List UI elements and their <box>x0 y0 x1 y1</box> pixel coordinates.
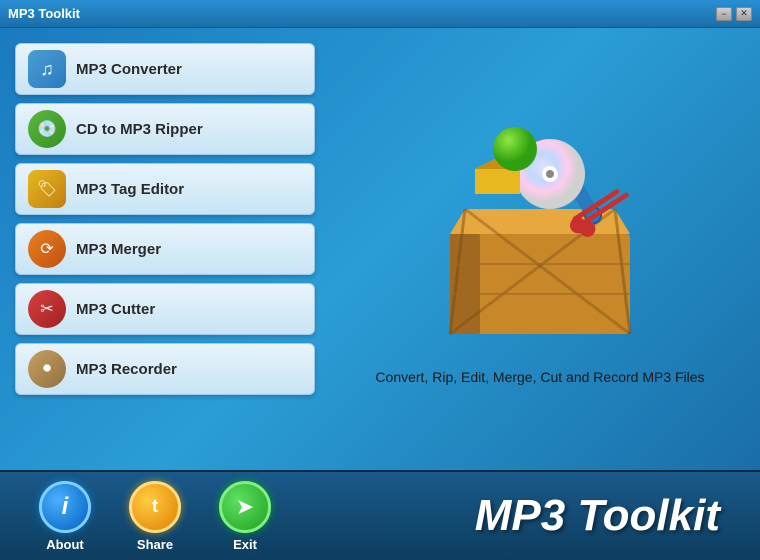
tagline-text: Convert, Rip, Edit, Merge, Cut and Recor… <box>375 369 704 385</box>
cutter-label: MP3 Cutter <box>76 301 155 318</box>
tag-editor-button[interactable]: 🏷 MP3 Tag Editor <box>15 163 315 215</box>
cd-ripper-button[interactable]: 💿 CD to MP3 Ripper <box>15 103 315 155</box>
right-panel: Convert, Rip, Edit, Merge, Cut and Recor… <box>335 43 745 455</box>
exit-icon: ➤ <box>219 481 271 533</box>
about-button[interactable]: i About <box>20 481 110 552</box>
cd-icon: 💿 <box>28 110 66 148</box>
merger-label: MP3 Merger <box>76 241 161 258</box>
footer: i About t Share ➤ Exit MP3 Toolkit <box>0 470 760 560</box>
recorder-label: MP3 Recorder <box>76 361 177 378</box>
left-panel: ♫ MP3 Converter 💿 CD to MP3 Ripper 🏷 MP3… <box>15 43 315 455</box>
mp3-converter-button[interactable]: ♫ MP3 Converter <box>15 43 315 95</box>
exit-label: Exit <box>233 537 257 552</box>
merger-button[interactable]: ⟳ MP3 Merger <box>15 223 315 275</box>
minimize-button[interactable]: − <box>716 7 732 21</box>
cd-ripper-label: CD to MP3 Ripper <box>76 121 203 138</box>
close-button[interactable]: ✕ <box>736 7 752 21</box>
about-label: About <box>46 537 84 552</box>
window-title: MP3 Toolkit <box>8 6 80 21</box>
share-label: Share <box>137 537 173 552</box>
mp3-converter-label: MP3 Converter <box>76 61 182 78</box>
recorder-button[interactable]: ⏺ MP3 Recorder <box>15 343 315 395</box>
scissors-icon: ✂ <box>28 290 66 328</box>
toolbox-illustration <box>420 114 660 354</box>
share-button[interactable]: t Share <box>110 481 200 552</box>
cutter-button[interactable]: ✂ MP3 Cutter <box>15 283 315 335</box>
main-content: ♫ MP3 Converter 💿 CD to MP3 Ripper 🏷 MP3… <box>0 28 760 470</box>
titlebar-controls: − ✕ <box>716 7 752 21</box>
footer-title: MP3 Toolkit <box>290 491 740 541</box>
tag-editor-label: MP3 Tag Editor <box>76 181 184 198</box>
about-icon: i <box>39 481 91 533</box>
share-icon: t <box>129 481 181 533</box>
music-note-icon: ♫ <box>28 50 66 88</box>
record-icon: ⏺ <box>28 350 66 388</box>
exit-button[interactable]: ➤ Exit <box>200 481 290 552</box>
titlebar: MP3 Toolkit − ✕ <box>0 0 760 28</box>
merge-icon: ⟳ <box>28 230 66 268</box>
tag-icon: 🏷 <box>28 170 66 208</box>
